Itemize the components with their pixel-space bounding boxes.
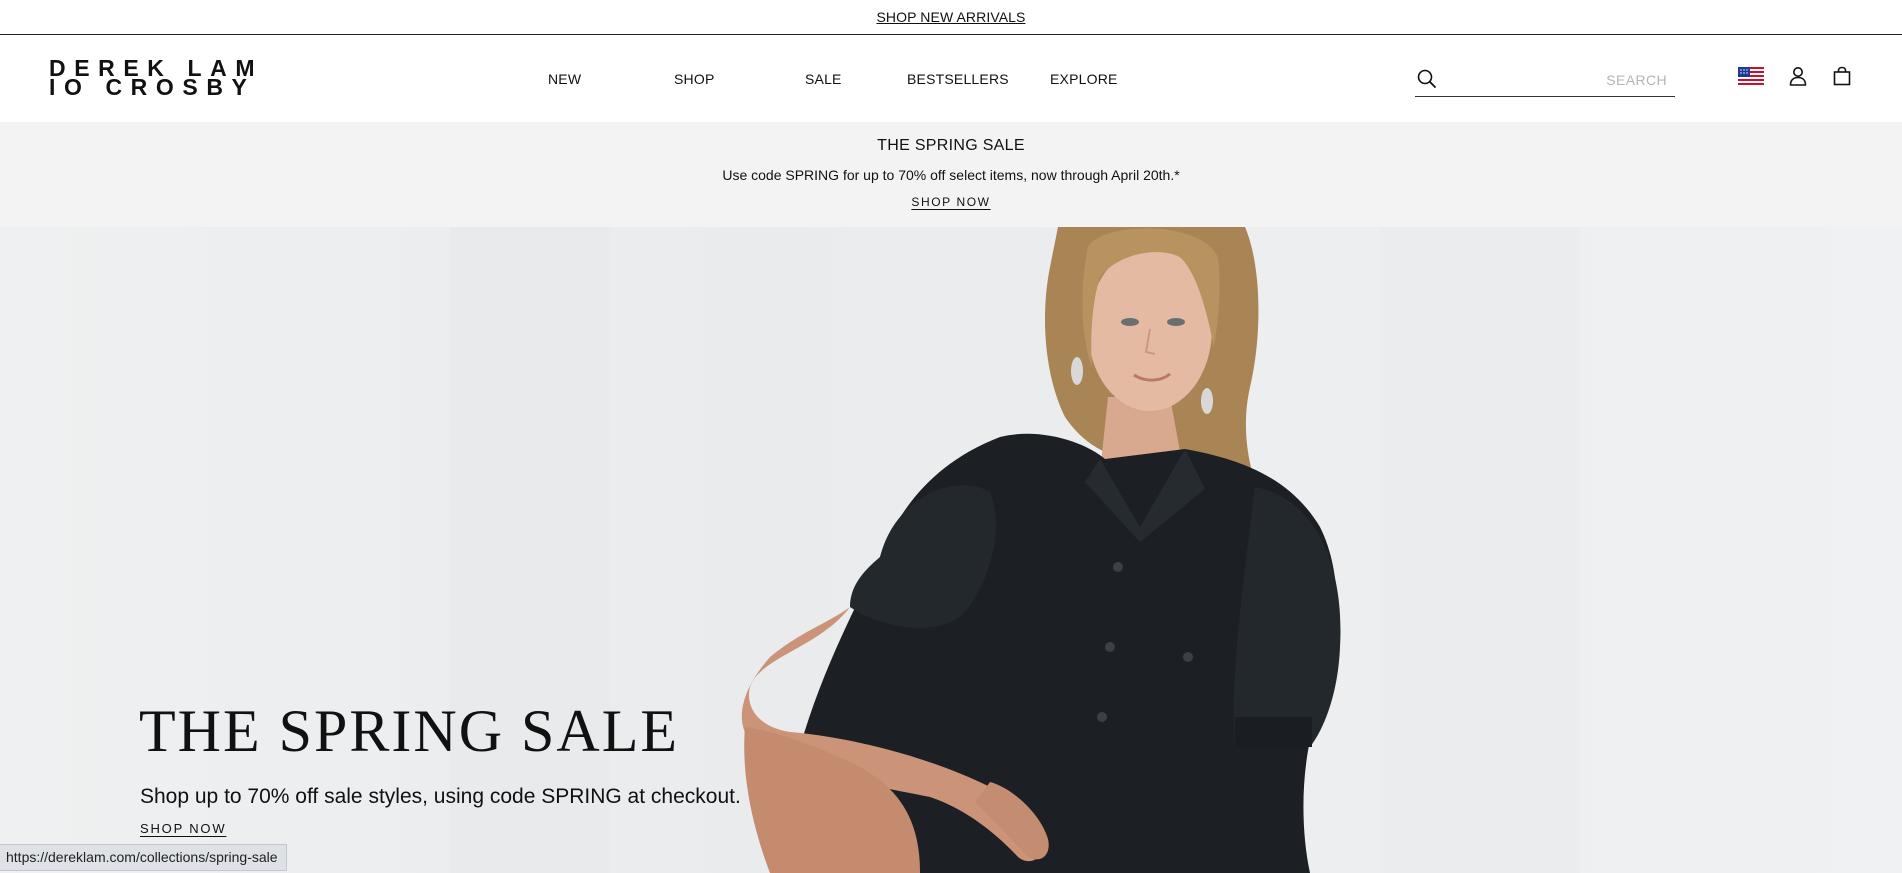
nav-item-new[interactable]: NEW [548,71,581,87]
nav-item-explore[interactable]: EXPLORE [1050,71,1118,87]
logo-line-2: IO CROSBY [49,74,256,100]
status-bar-url: https://dereklam.com/collections/spring-… [0,844,287,871]
hero-model-image [450,227,1580,873]
promo-title: THE SPRING SALE [877,137,1025,154]
account-icon[interactable] [1785,63,1811,89]
nav-item-shop[interactable]: SHOP [674,71,714,87]
us-flag-icon[interactable] [1738,63,1764,89]
search-bar [1415,64,1675,97]
search-icon[interactable] [1416,68,1438,90]
site-header: DEREK LAM IO CROSBY NEW SHOP SALE BESTSE… [0,35,1902,122]
nav-item-sale[interactable]: SALE [805,71,842,87]
hero-banner[interactable]: THE SPRING SALE Shop up to 70% off sale … [0,227,1902,873]
brand-logo[interactable]: DEREK LAM IO CROSBY [49,57,256,100]
promo-shop-now-link[interactable]: SHOP NOW [911,195,990,209]
hero-shop-now-link[interactable]: SHOP NOW [140,821,226,836]
nav-item-bestsellers[interactable]: BESTSELLERS [907,71,1009,87]
bag-icon[interactable] [1829,63,1855,89]
promo-banner: THE SPRING SALE Use code SPRING for up t… [0,122,1902,227]
hero-title: THE SPRING SALE [139,698,680,764]
search-input[interactable] [1445,68,1669,92]
promo-text: Use code SPRING for up to 70% off select… [722,167,1180,183]
shop-new-arrivals-link[interactable]: SHOP NEW ARRIVALS [876,9,1025,25]
hero-subtitle: Shop up to 70% off sale styles, using co… [140,785,741,808]
announcement-bar: SHOP NEW ARRIVALS [0,0,1902,35]
